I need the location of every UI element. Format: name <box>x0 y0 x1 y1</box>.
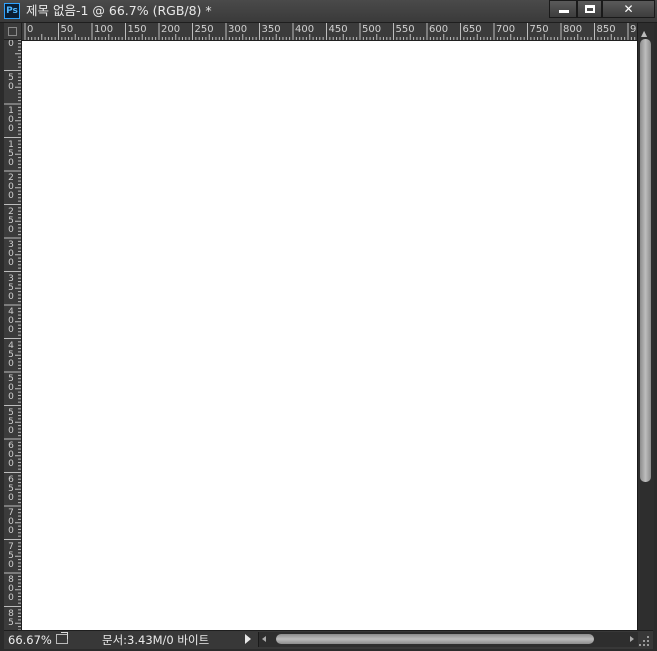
close-button[interactable]: ✕ <box>602 0 655 18</box>
ruler-left-label: 800 <box>8 575 14 603</box>
ruler-top-label: 650 <box>462 24 482 35</box>
ruler-left-label: 600 <box>8 441 14 469</box>
maximize-button[interactable] <box>577 0 602 18</box>
vertical-scrollbar[interactable]: ▲ <box>637 23 654 630</box>
ruler-left-label: 200 <box>8 173 14 201</box>
ruler-left-label: 550 <box>8 407 14 436</box>
horizontal-scroll-thumb[interactable] <box>276 634 594 644</box>
document-title: 제목 없음-1 @ 66.7% (RGB/8) * <box>26 3 212 18</box>
horizontal-scrollbar[interactable] <box>258 632 638 647</box>
ruler-left-label: 50 <box>8 72 14 92</box>
minimize-icon <box>559 10 569 13</box>
ruler-top-label: 600 <box>429 24 449 35</box>
photoshop-app-icon: Ps <box>4 3 20 19</box>
ruler-top-label: 500 <box>362 24 382 35</box>
document-canvas[interactable] <box>22 41 637 630</box>
ruler-origin-corner[interactable] <box>4 23 22 40</box>
ruler-top-label: 350 <box>261 24 281 35</box>
ruler-left-label: 750 <box>8 541 14 570</box>
scroll-left-icon[interactable] <box>262 636 266 642</box>
share-export-icon[interactable] <box>56 632 68 644</box>
ruler-top-label: 0 <box>27 24 34 35</box>
ruler-top-label: 450 <box>328 24 348 35</box>
ruler-top-label: 90 <box>630 24 637 35</box>
ruler-left-label: 0 <box>8 40 14 49</box>
ruler-top-label: 400 <box>295 24 315 35</box>
ruler-left-label: 700 <box>8 508 14 536</box>
ruler-top-label: 300 <box>228 24 248 35</box>
ruler-left-label: 500 <box>8 374 14 402</box>
title-bar[interactable]: Ps 제목 없음-1 @ 66.7% (RGB/8) * ✕ <box>0 0 657 23</box>
ruler-top-label: 550 <box>395 24 415 35</box>
ruler-top-label: 750 <box>529 24 549 35</box>
ruler-top-label: 800 <box>563 24 583 35</box>
status-menu-arrow-icon[interactable] <box>245 634 251 644</box>
vertical-ruler[interactable]: 0 50 100 150 200 250 300 350 400 450 500 550 600 650 7… <box>4 40 22 630</box>
ruler-origin-icon <box>8 27 17 36</box>
maximize-icon <box>585 5 595 13</box>
ruler-left-label: 450 <box>8 340 14 369</box>
close-icon: ✕ <box>623 2 634 16</box>
ruler-left-label: 250 <box>8 206 14 235</box>
status-bar: 66.67% 문서:3.43M/0 바이트 <box>4 630 653 649</box>
ruler-top-label: 850 <box>596 24 616 35</box>
vertical-scroll-thumb[interactable] <box>640 39 651 482</box>
ruler-left-label: 400 <box>8 307 14 335</box>
ruler-top-label: 100 <box>94 24 114 35</box>
minimize-button[interactable] <box>549 0 577 18</box>
resize-grip-icon[interactable] <box>637 634 651 648</box>
scroll-up-icon[interactable]: ▲ <box>641 29 647 38</box>
ruler-left-label: 100 <box>8 106 14 134</box>
ruler-top-label: 200 <box>161 24 181 35</box>
document-size-info: 문서:3.43M/0 바이트 <box>102 633 210 647</box>
ruler-left-label: 300 <box>8 240 14 268</box>
ruler-left-label: 650 <box>8 474 14 503</box>
scroll-right-icon[interactable] <box>630 636 634 642</box>
ruler-top-label: 250 <box>194 24 214 35</box>
ruler-top-label: 700 <box>496 24 516 35</box>
ruler-left-label: 150 <box>8 139 14 168</box>
ruler-left-label: 85 <box>8 608 14 628</box>
zoom-level[interactable]: 66.67% <box>8 632 52 648</box>
horizontal-ruler[interactable]: 0 50 100 150 200 250 300 350 400 450 500 550 600 650 7… <box>22 23 637 41</box>
ruler-left-label: 350 <box>8 273 14 302</box>
ruler-top-label: 50 <box>60 24 74 35</box>
ruler-top-label: 150 <box>127 24 147 35</box>
